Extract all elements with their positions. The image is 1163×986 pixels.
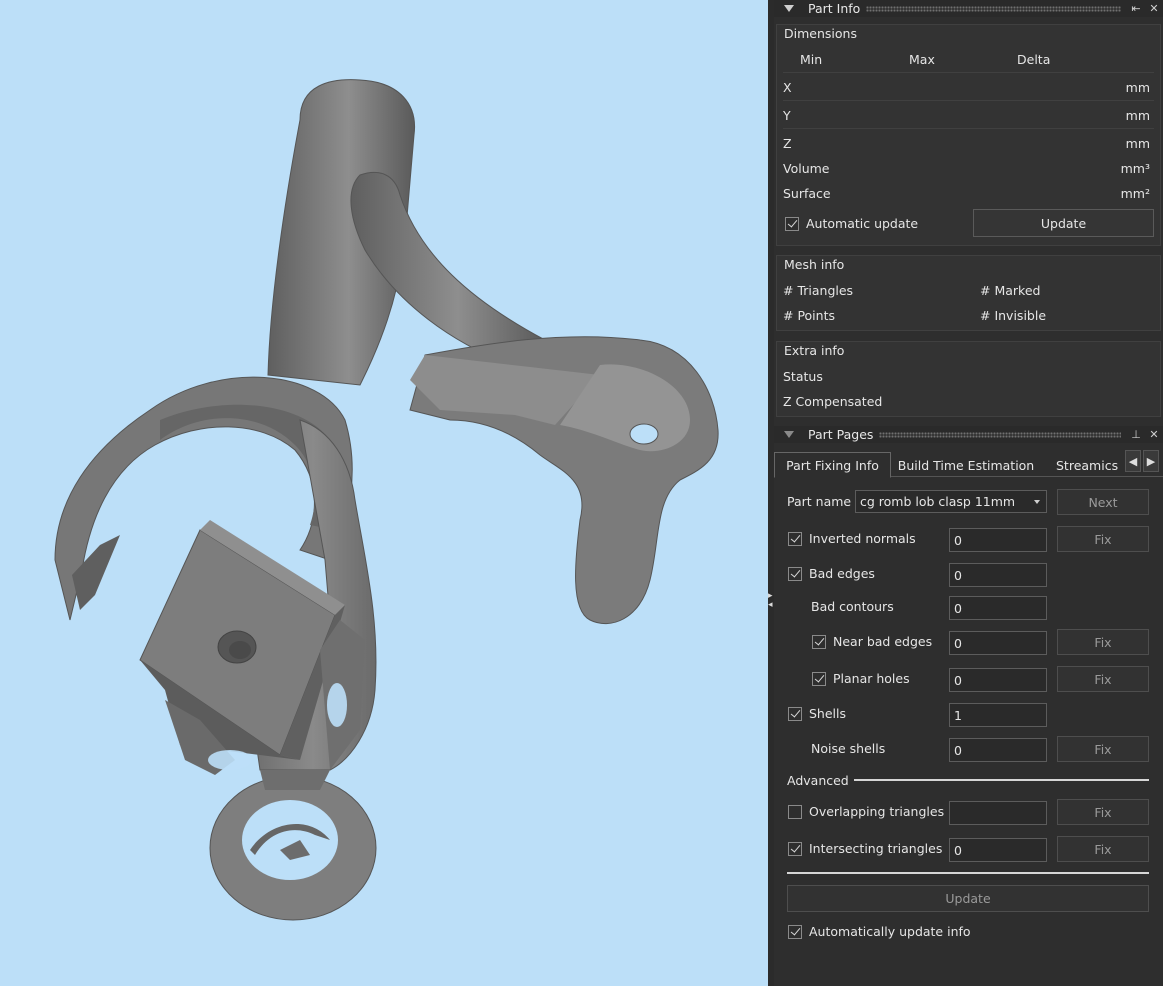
row-y-unit: mm — [1125, 108, 1150, 123]
fix-planar-holes-button[interactable]: Fix — [1057, 666, 1149, 692]
bad-contours-label: Bad contours — [811, 599, 894, 614]
near-bad-edges-label: Near bad edges — [833, 634, 933, 649]
bad-contours-field[interactable]: 0 — [949, 596, 1047, 620]
fix-inverted-normals-button[interactable]: Fix — [1057, 526, 1149, 552]
noise-shells-label: Noise shells — [811, 741, 886, 756]
part-model — [54, 79, 719, 921]
automatic-update-checkbox[interactable] — [785, 217, 799, 231]
advanced-divider — [854, 779, 1149, 781]
part-name-label: Part name — [787, 494, 852, 509]
overlapping-triangles-field[interactable] — [949, 801, 1047, 825]
chevron-left-icon[interactable]: ◀ — [1125, 450, 1141, 472]
update-info-button[interactable]: Update — [787, 885, 1149, 912]
dimensions-title: Dimensions — [784, 26, 861, 41]
shells-field[interactable]: 1 — [949, 703, 1047, 727]
mesh-info-group: Mesh info # Triangles # Marked # Points … — [776, 255, 1161, 331]
bad-edges-checkbox[interactable] — [788, 567, 802, 581]
fix-noise-shells-button[interactable]: Fix — [1057, 736, 1149, 762]
header-max: Max — [909, 52, 935, 67]
tab-part-fixing-info[interactable]: Part Fixing Info — [774, 452, 891, 478]
divider — [783, 128, 1154, 129]
header-delta: Delta — [1017, 52, 1051, 67]
automatic-update-label: Automatic update — [806, 216, 919, 231]
intersecting-triangles-label: Intersecting triangles — [809, 841, 943, 856]
part-pages-title: Part Pages — [808, 427, 874, 442]
near-bad-edges-checkbox[interactable] — [812, 635, 826, 649]
surface-unit: mm² — [1120, 186, 1150, 201]
part-info-titlebar[interactable]: Part Info ⇤ ✕ — [774, 0, 1163, 17]
triangles-label: # Triangles — [783, 283, 854, 298]
part-info-title: Part Info — [808, 1, 861, 16]
part-name-select[interactable]: cg romb lob clasp 11mm — [855, 490, 1047, 513]
volume-label: Volume — [783, 161, 830, 176]
close-icon[interactable]: ✕ — [1145, 2, 1163, 15]
row-z-label: Z — [783, 136, 792, 151]
next-button[interactable]: Next — [1057, 489, 1149, 515]
extra-info-title: Extra info — [784, 343, 849, 358]
auto-update-info-checkbox[interactable] — [788, 925, 802, 939]
bottom-divider — [787, 872, 1149, 874]
planar-holes-field[interactable]: 0 — [949, 668, 1047, 692]
fix-overlapping-triangles-button[interactable]: Fix — [1057, 799, 1149, 825]
extra-info-group: Extra info Status Z Compensated — [776, 341, 1161, 417]
status-label: Status — [783, 369, 823, 384]
header-min: Min — [800, 52, 823, 67]
close-icon[interactable]: ✕ — [1145, 428, 1163, 441]
planar-holes-checkbox[interactable] — [812, 672, 826, 686]
volume-unit: mm³ — [1120, 161, 1150, 176]
divider — [783, 100, 1154, 101]
inverted-normals-label: Inverted normals — [809, 531, 916, 546]
intersecting-triangles-checkbox[interactable] — [788, 842, 802, 856]
triangle-down-icon[interactable] — [784, 5, 794, 12]
row-x-label: X — [783, 80, 792, 95]
3d-viewport[interactable] — [0, 0, 768, 986]
inverted-normals-field[interactable]: 0 — [949, 528, 1047, 552]
shells-checkbox[interactable] — [788, 707, 802, 721]
titlebar-grip — [866, 5, 1121, 12]
overlapping-triangles-label: Overlapping triangles — [809, 804, 945, 819]
shells-label: Shells — [809, 706, 847, 721]
noise-shells-field[interactable]: 0 — [949, 738, 1047, 762]
row-x-unit: mm — [1125, 80, 1150, 95]
planar-holes-label: Planar holes — [833, 671, 910, 686]
row-z-unit: mm — [1125, 136, 1150, 151]
advanced-label: Advanced — [787, 773, 849, 788]
pin-icon[interactable]: ⊥ — [1127, 428, 1145, 441]
right-panel: Part Info ⇤ ✕ Dimensions Min Max Delta X… — [774, 0, 1163, 986]
mesh-info-title: Mesh info — [784, 257, 849, 272]
inverted-normals-checkbox[interactable] — [788, 532, 802, 546]
bad-edges-label: Bad edges — [809, 566, 875, 581]
triangle-down-icon[interactable] — [784, 431, 794, 438]
tab-streamics[interactable]: Streamics P — [1056, 452, 1123, 478]
divider — [783, 72, 1154, 73]
intersecting-triangles-field[interactable]: 0 — [949, 838, 1047, 862]
part-name-value: cg romb lob clasp 11mm — [860, 494, 1016, 509]
chevron-down-icon — [1034, 500, 1040, 504]
overlapping-triangles-checkbox[interactable] — [788, 805, 802, 819]
auto-update-info-label: Automatically update info — [809, 924, 971, 939]
invisible-label: # Invisible — [980, 308, 1047, 323]
fix-near-bad-edges-button[interactable]: Fix — [1057, 629, 1149, 655]
tab-build-time-estimation[interactable]: Build Time Estimation — [896, 452, 1036, 478]
bad-edges-field[interactable]: 0 — [949, 563, 1047, 587]
points-label: # Points — [783, 308, 835, 323]
surface-label: Surface — [783, 186, 831, 201]
marked-label: # Marked — [980, 283, 1041, 298]
z-compensated-label: Z Compensated — [783, 394, 883, 409]
dimensions-group: Dimensions Min Max Delta X mm Y mm Z mm … — [776, 24, 1161, 246]
row-y-label: Y — [783, 108, 791, 123]
titlebar-grip — [879, 431, 1121, 438]
chevron-right-icon[interactable]: ▶ — [1143, 450, 1159, 472]
near-bad-edges-field[interactable]: 0 — [949, 631, 1047, 655]
part-pages-tabbar: Part Fixing Info Build Time Estimation S… — [774, 450, 1163, 478]
float-icon[interactable]: ⇤ — [1127, 2, 1145, 15]
part-pages-titlebar[interactable]: Part Pages ⊥ ✕ — [774, 426, 1163, 443]
update-button[interactable]: Update — [973, 209, 1154, 237]
fix-intersecting-triangles-button[interactable]: Fix — [1057, 836, 1149, 862]
